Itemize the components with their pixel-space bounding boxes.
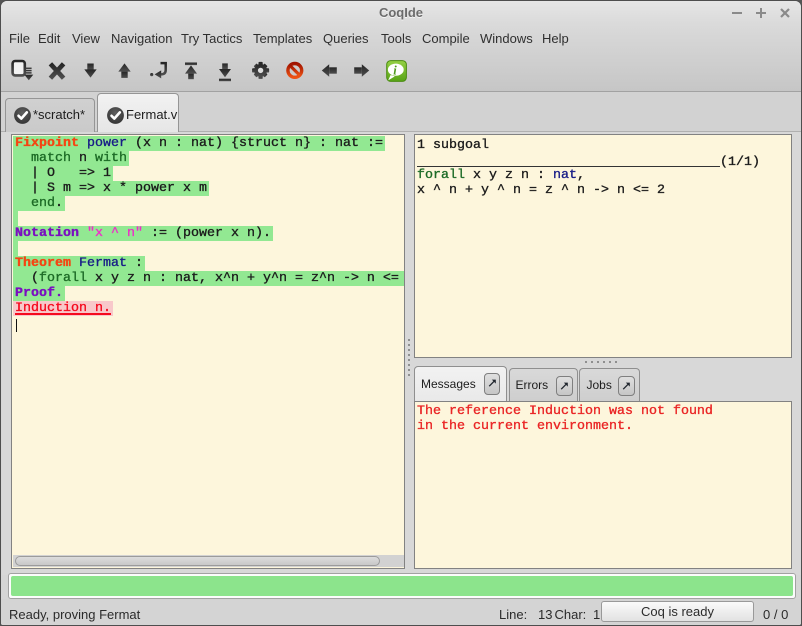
- svg-text:i: i: [393, 63, 397, 77]
